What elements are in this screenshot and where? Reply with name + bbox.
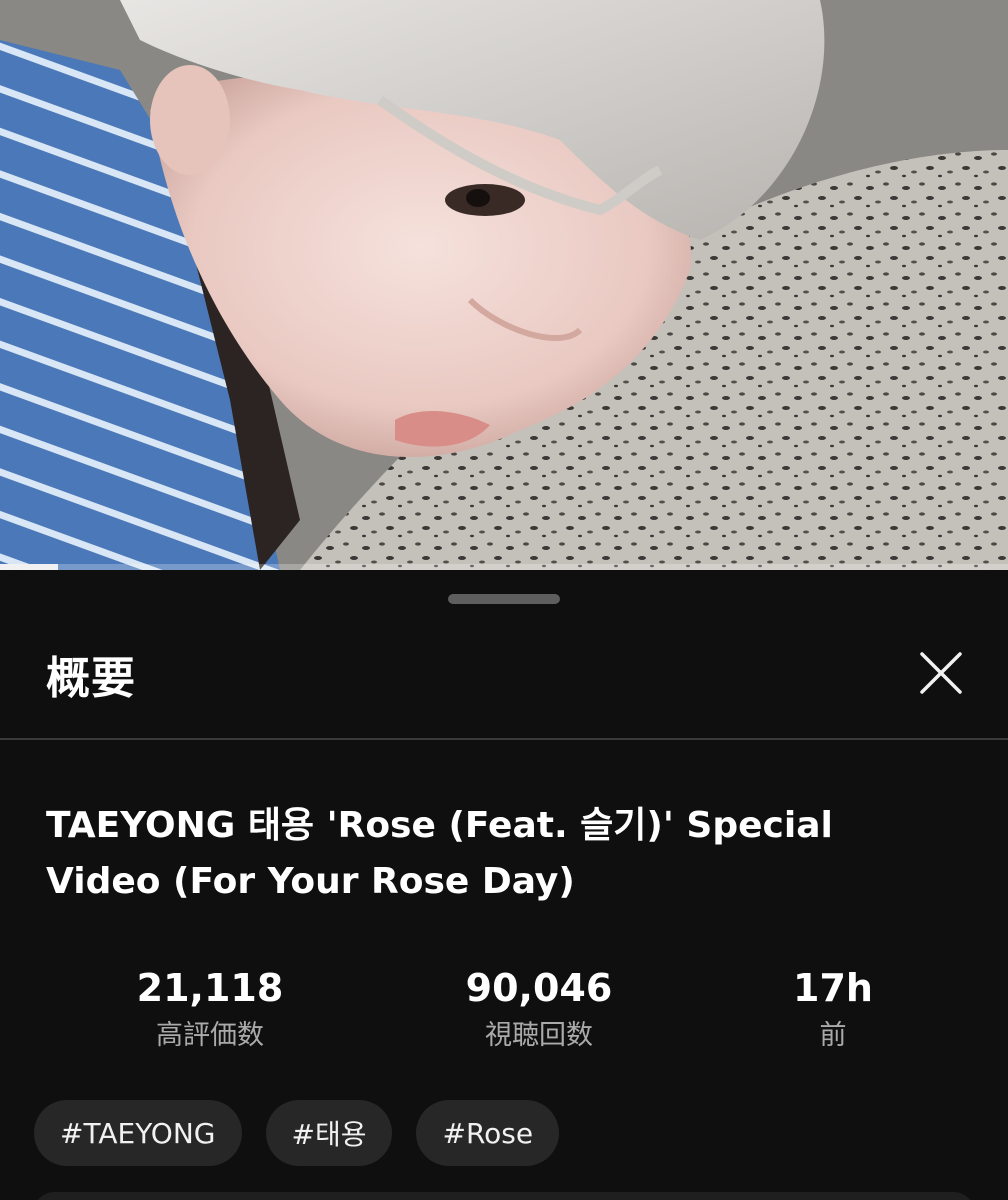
upload-age: 17h — [793, 966, 873, 1010]
hashtag-chip[interactable]: #태용 — [265, 1100, 393, 1166]
progress-bar-fill — [0, 564, 59, 570]
close-button[interactable] — [906, 638, 976, 708]
hashtag-chip[interactable]: #TAEYONG — [34, 1100, 242, 1166]
upload-age-label: 前 — [819, 1020, 847, 1051]
hashtag-chip[interactable]: #Rose — [416, 1100, 560, 1166]
likes-count: 21,118 — [136, 966, 284, 1010]
drag-handle[interactable] — [448, 594, 560, 604]
channel-card-partial[interactable] — [34, 1192, 974, 1200]
progress-bar[interactable] — [0, 564, 1008, 570]
sheet-title: 概要 — [46, 653, 136, 704]
app-screen: 概要 TAEYONG 태용 'Rose (Feat. 슬기)' Special … — [0, 0, 1008, 1200]
stats-row: 21,118 高評価数 90,046 視聴回数 17h 前 — [0, 964, 1008, 1064]
video-title: TAEYONG 태용 'Rose (Feat. 슬기)' Special Vid… — [46, 805, 833, 902]
video-player[interactable] — [0, 0, 1008, 570]
video-frame-image — [0, 0, 1008, 570]
views-count: 90,046 — [465, 966, 613, 1010]
stat-date: 17h 前 — [703, 964, 963, 1056]
likes-label: 高評価数 — [156, 1020, 264, 1051]
description-sheet: 概要 TAEYONG 태용 'Rose (Feat. 슬기)' Special … — [0, 572, 1008, 1200]
close-icon — [920, 652, 962, 694]
divider — [0, 738, 1008, 740]
views-label: 視聴回数 — [485, 1020, 593, 1051]
stat-likes: 21,118 高評価数 — [80, 964, 340, 1056]
stat-views: 90,046 視聴回数 — [409, 964, 669, 1056]
hashtag-chips: #TAEYONG #태용 #Rose — [34, 1100, 560, 1166]
sheet-header: 概要 — [0, 634, 1008, 738]
